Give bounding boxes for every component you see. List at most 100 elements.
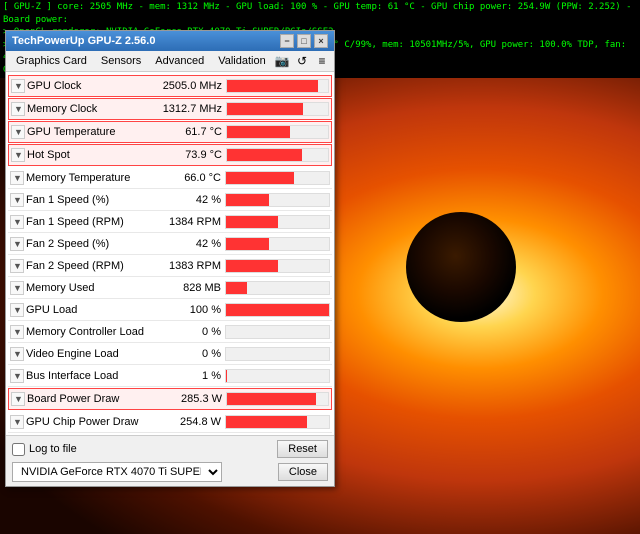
sensor-dropdown-arrow[interactable]: ▼ [11, 148, 25, 162]
sensor-bar-container [225, 347, 330, 361]
sensor-name: ▼ Memory Used [10, 281, 150, 295]
sensor-bar-container [225, 259, 330, 273]
sensor-bar-container [226, 148, 329, 162]
sensor-value: 0 % [150, 348, 225, 360]
sensor-value: 42 % [150, 238, 225, 250]
sensor-dropdown-arrow[interactable]: ▼ [10, 215, 24, 229]
sensor-row: ▼ GPU Temperature 61.7 °C [8, 121, 332, 143]
sensor-bar-container [225, 415, 330, 429]
close-button[interactable]: Close [278, 463, 328, 481]
refresh-icon[interactable]: ↺ [294, 53, 310, 69]
sensor-bar-container [225, 237, 330, 251]
sensor-dropdown-arrow[interactable]: ▼ [11, 125, 25, 139]
sensor-row: ▼ Bus Interface Load 1 % [8, 365, 332, 387]
sensor-dropdown-arrow[interactable]: ▼ [10, 369, 24, 383]
sensor-bar-container [226, 125, 329, 139]
sensor-bar [227, 103, 303, 115]
sensor-bar [226, 238, 269, 250]
eye-pupil [406, 212, 516, 322]
sensor-dropdown-arrow[interactable]: ▼ [10, 347, 24, 361]
menu-graphics-card[interactable]: Graphics Card [10, 53, 93, 69]
sensor-bar [226, 416, 307, 428]
sensor-row: ▼ GPU Clock 2505.0 MHz [8, 75, 332, 97]
reset-button[interactable]: Reset [277, 440, 328, 458]
sensor-value: 42 % [150, 194, 225, 206]
sensor-dropdown-arrow[interactable]: ▼ [11, 79, 25, 93]
window-bottom: Log to file Reset NVIDIA GeForce RTX 407… [6, 435, 334, 486]
sensor-row: ▼ Fan 1 Speed (RPM) 1384 RPM [8, 211, 332, 233]
menu-more-icon[interactable]: ≡ [314, 53, 330, 69]
sensor-bar-container [226, 79, 329, 93]
sensor-value: 1312.7 MHz [151, 103, 226, 115]
sensor-bar-container [226, 392, 329, 406]
sensors-list: ▼ GPU Clock 2505.0 MHz ▼ Memory Clock 13… [6, 72, 334, 435]
sensor-bar-container [225, 369, 330, 383]
sensor-row: ▼ Video Engine Load 0 % [8, 343, 332, 365]
gpu-selector[interactable]: NVIDIA GeForce RTX 4070 Ti SUPER [12, 462, 222, 482]
sensor-dropdown-arrow[interactable]: ▼ [10, 237, 24, 251]
sensor-dropdown-arrow[interactable]: ▼ [10, 415, 24, 429]
sensor-bar [227, 149, 302, 161]
sensor-bar-container [225, 303, 330, 317]
sensor-bar-container [225, 281, 330, 295]
close-window-button[interactable]: × [314, 34, 328, 48]
sensor-name: ▼ GPU Chip Power Draw [10, 415, 150, 429]
window-titlebar: TechPowerUp GPU-Z 2.56.0 − □ × [6, 31, 334, 51]
sensor-bar [227, 80, 318, 92]
sensor-name: ▼ GPU Clock [11, 79, 151, 93]
sensor-row: ▼ Memory Temperature 66.0 °C [8, 167, 332, 189]
sensor-bar [226, 216, 278, 228]
sensor-row: ▼ Fan 1 Speed (%) 42 % [8, 189, 332, 211]
sensor-row: ▼ Memory Controller Load 0 % [8, 321, 332, 343]
sensor-name: ▼ Fan 2 Speed (RPM) [10, 259, 150, 273]
sensor-value: 73.9 °C [151, 149, 226, 161]
sensor-bar-container [225, 325, 330, 339]
sensor-dropdown-arrow[interactable]: ▼ [10, 281, 24, 295]
sensor-value: 828 MB [150, 282, 225, 294]
sensor-dropdown-arrow[interactable]: ▼ [11, 392, 25, 406]
sensor-bar [226, 282, 247, 294]
sensor-bar-container [225, 193, 330, 207]
sensor-row: ▼ Memory Clock 1312.7 MHz [8, 98, 332, 120]
sensor-bar-container [225, 171, 330, 185]
sensor-bar [226, 304, 329, 316]
maximize-button[interactable]: □ [297, 34, 311, 48]
sensor-value: 61.7 °C [151, 126, 226, 138]
sensor-value: 2505.0 MHz [151, 80, 226, 92]
sensor-bar [226, 260, 278, 272]
sensor-dropdown-arrow[interactable]: ▼ [10, 303, 24, 317]
menu-icon-group: 📷 ↺ ≡ [274, 53, 330, 69]
sensor-dropdown-arrow[interactable]: ▼ [10, 193, 24, 207]
sensor-value: 1 % [150, 370, 225, 382]
sensor-name: ▼ Video Engine Load [10, 347, 150, 361]
window-title: TechPowerUp GPU-Z 2.56.0 [12, 35, 155, 47]
camera-icon[interactable]: 📷 [274, 53, 290, 69]
sensor-row: ▼ Memory Used 828 MB [8, 277, 332, 299]
sensor-bar-container [226, 102, 329, 116]
sensor-value: 254.8 W [150, 416, 225, 428]
sensor-value: 1383 RPM [150, 260, 225, 272]
menu-advanced[interactable]: Advanced [149, 53, 210, 69]
sensor-value: 100 % [150, 304, 225, 316]
status-line-1: [ GPU-Z ] core: 2505 MHz - mem: 1312 MHz… [3, 1, 637, 26]
menu-bar: Graphics Card Sensors Advanced Validatio… [6, 51, 334, 72]
log-to-file-checkbox[interactable] [12, 443, 25, 456]
sensor-dropdown-arrow[interactable]: ▼ [10, 325, 24, 339]
menu-sensors[interactable]: Sensors [95, 53, 147, 69]
minimize-button[interactable]: − [280, 34, 294, 48]
sensor-dropdown-arrow[interactable]: ▼ [10, 259, 24, 273]
sensor-value: 66.0 °C [150, 172, 225, 184]
log-row: Log to file Reset [12, 440, 328, 458]
sensor-dropdown-arrow[interactable]: ▼ [10, 171, 24, 185]
log-to-file-label: Log to file [29, 443, 77, 455]
menu-validation[interactable]: Validation [212, 53, 272, 69]
sensor-name: ▼ Fan 1 Speed (RPM) [10, 215, 150, 229]
sensor-dropdown-arrow[interactable]: ▼ [11, 102, 25, 116]
sensor-name: ▼ Fan 2 Speed (%) [10, 237, 150, 251]
sensor-name: ▼ GPU Load [10, 303, 150, 317]
sensor-bar [227, 126, 290, 138]
gpu-select-row: NVIDIA GeForce RTX 4070 Ti SUPER Close [12, 462, 328, 482]
sensor-value: 0 % [150, 326, 225, 338]
sensor-row: ▼ Fan 2 Speed (RPM) 1383 RPM [8, 255, 332, 277]
sensor-row: ▼ Hot Spot 73.9 °C [8, 144, 332, 166]
